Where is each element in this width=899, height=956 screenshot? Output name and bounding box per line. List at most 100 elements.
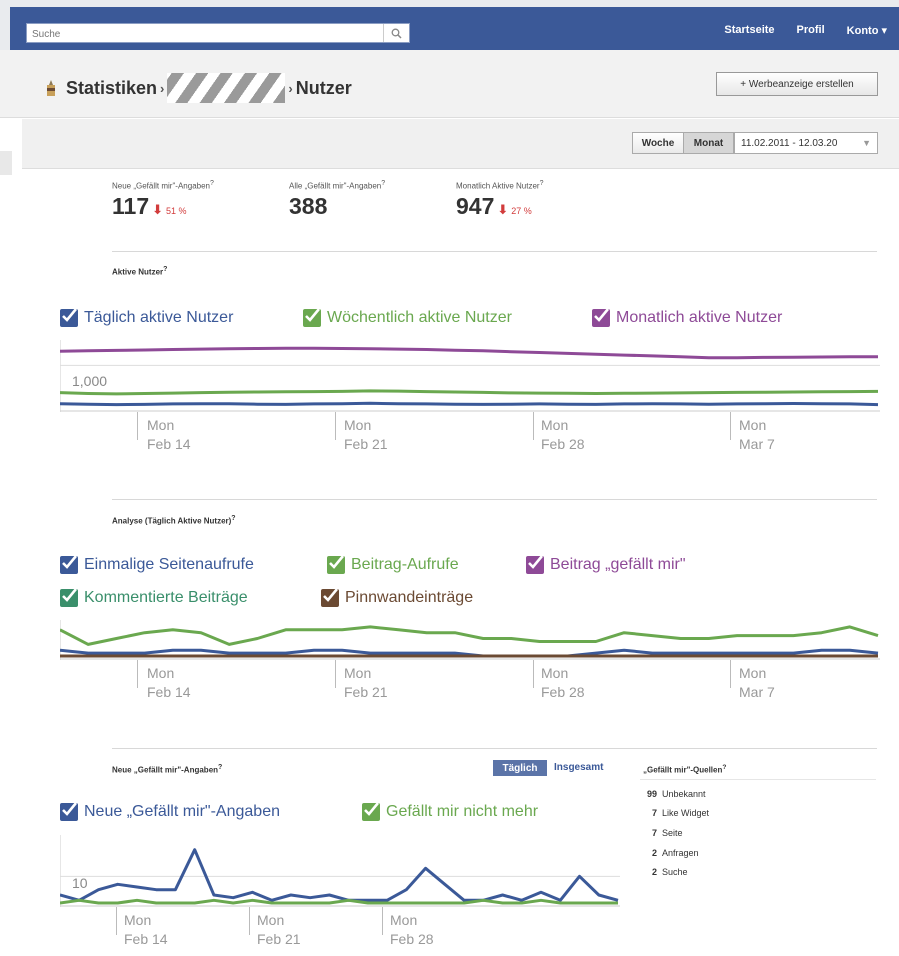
x-tick-date: Feb 28: [390, 931, 434, 947]
source-row: 7 Like Widget: [640, 808, 709, 818]
breadcrumb: Statistiken › › Nutzer: [44, 73, 352, 103]
source-count: 7: [651, 828, 657, 838]
down-arrow-icon: ⬇: [497, 201, 509, 217]
legend-post-likes[interactable]: Beitrag „gefällt mir": [526, 555, 686, 574]
nav-profil[interactable]: Profil: [797, 24, 825, 37]
section-title-analysis: Analyse (Täglich Aktive Nutzer)?: [112, 515, 236, 526]
search-box[interactable]: [26, 23, 410, 44]
create-ad-button[interactable]: + Werbeanzeige erstellen: [716, 72, 878, 96]
legend-post-views[interactable]: Beitrag-Aufrufe: [327, 555, 459, 574]
search-input[interactable]: [27, 25, 381, 44]
toggle-daily[interactable]: Täglich: [493, 760, 547, 776]
stat-change: 27 %: [511, 205, 532, 216]
series-line-2: [60, 389, 879, 396]
section-divider: [112, 748, 877, 749]
x-tick: [730, 412, 731, 440]
x-tick-date: Feb 14: [147, 684, 191, 700]
legend-unlikes[interactable]: Gefällt mir nicht mehr: [362, 802, 539, 821]
x-tick-day: Mon: [257, 912, 285, 928]
top-bar-left-margin: [0, 7, 10, 50]
legend-comments[interactable]: Kommentierte Beiträge: [60, 588, 248, 607]
series-line-3: [60, 346, 878, 360]
search-button[interactable]: [383, 24, 409, 42]
nav-konto[interactable]: Konto ▾: [847, 24, 887, 37]
section-title-text: Aktive Nutzer: [112, 267, 164, 277]
down-arrow-icon: ⬇: [152, 201, 164, 217]
legend-label: Wöchentlich aktive Nutzer: [327, 309, 512, 326]
insights-icon: [44, 77, 60, 99]
x-tick-day: Mon: [541, 417, 569, 433]
help-icon[interactable]: ?: [231, 515, 235, 522]
x-tick: [730, 660, 731, 688]
checkbox-checked-icon[interactable]: [60, 555, 78, 574]
checkbox-checked-icon[interactable]: [60, 802, 78, 821]
legend-label: Gefällt mir nicht mehr: [386, 803, 539, 820]
date-range-value: 11.02.2011 - 12.03.20: [741, 137, 838, 149]
legend-monthly-active[interactable]: Monatlich aktive Nutzer: [592, 308, 783, 327]
x-tick: [533, 412, 534, 440]
x-tick-label: Mon Feb 28: [541, 664, 585, 702]
source-label: Seite: [662, 828, 683, 838]
x-tick: [533, 660, 534, 688]
legend-weekly-active[interactable]: Wöchentlich aktive Nutzer: [303, 308, 512, 327]
legend-label: Monatlich aktive Nutzer: [616, 309, 783, 326]
dropdown-arrow-icon: ▼: [862, 138, 871, 148]
top-bar: Startseite Profil Konto ▾: [0, 0, 899, 50]
x-tick-label: Mon Feb 28: [390, 911, 434, 949]
source-label: Suche: [662, 867, 688, 877]
x-tick-day: Mon: [147, 665, 175, 681]
source-row: 2 Anfragen: [640, 848, 699, 858]
checkbox-checked-icon[interactable]: [321, 588, 339, 607]
x-tick-day: Mon: [390, 912, 418, 928]
source-count: 2: [651, 867, 657, 877]
help-icon[interactable]: ?: [381, 180, 385, 187]
help-icon[interactable]: ?: [722, 764, 726, 771]
stat-monthly-active: Monatlich Aktive Nutzer? 947 ⬇ 27 %: [456, 180, 544, 220]
x-tick-label: Mon Feb 14: [124, 911, 168, 949]
x-tick-date: Feb 21: [344, 684, 388, 700]
analysis-chart: [60, 620, 880, 660]
x-tick: [137, 412, 138, 440]
help-icon[interactable]: ?: [163, 266, 167, 273]
checkbox-checked-icon[interactable]: [526, 555, 544, 574]
source-row: 7 Seite: [640, 828, 683, 838]
y-axis-label: 1,000: [72, 373, 108, 389]
checkbox-checked-icon[interactable]: [303, 308, 321, 327]
checkbox-checked-icon[interactable]: [327, 555, 345, 574]
checkbox-checked-icon[interactable]: [362, 802, 380, 821]
toggle-total[interactable]: Insgesamt: [554, 762, 603, 773]
checkbox-checked-icon[interactable]: [60, 308, 78, 327]
x-tick-label: Mon Feb 21: [344, 664, 388, 702]
nav-startseite[interactable]: Startseite: [724, 24, 774, 37]
help-icon[interactable]: ?: [540, 180, 544, 187]
range-week-button[interactable]: Woche: [632, 132, 684, 154]
section-title-active-users: Aktive Nutzer?: [112, 266, 167, 277]
range-month-button[interactable]: Monat: [684, 132, 734, 154]
legend-page-views[interactable]: Einmalige Seitenaufrufe: [60, 555, 254, 574]
legend-label: Kommentierte Beiträge: [84, 589, 248, 606]
x-tick-label: Mon Feb 28: [541, 416, 585, 454]
checkbox-checked-icon[interactable]: [60, 588, 78, 607]
checkbox-checked-icon[interactable]: [592, 308, 610, 327]
help-icon[interactable]: ?: [210, 180, 214, 187]
breadcrumb-root[interactable]: Statistiken: [66, 78, 157, 99]
legend-daily-active[interactable]: Täglich aktive Nutzer: [60, 308, 233, 327]
sources-title: „Gefällt mir"-Quellen?: [643, 764, 726, 775]
stat-label: Alle „Gefällt mir"-Angaben: [289, 181, 382, 191]
stat-value: 947: [456, 192, 495, 219]
x-tick-day: Mon: [344, 665, 372, 681]
help-icon[interactable]: ?: [218, 764, 222, 771]
x-tick-label: Mon Feb 21: [257, 911, 301, 949]
redacted-page-name: [167, 73, 286, 103]
top-nav: Startseite Profil Konto ▾: [724, 24, 887, 37]
x-tick-label: Mon Mar 7: [739, 664, 775, 702]
sources-title-text: „Gefällt mir"-Quellen: [643, 765, 723, 775]
x-tick-day: Mon: [739, 665, 767, 681]
x-tick-label: Mon Mar 7: [739, 416, 775, 454]
date-range-select[interactable]: 11.02.2011 - 12.03.20 ▼: [734, 132, 878, 154]
source-label: Unbekannt: [662, 789, 706, 799]
legend-wall-posts[interactable]: Pinnwandeinträge: [321, 588, 473, 607]
x-tick-day: Mon: [541, 665, 569, 681]
legend-new-likes[interactable]: Neue „Gefällt mir"-Angaben: [60, 802, 280, 821]
series-line-1: [60, 848, 619, 902]
